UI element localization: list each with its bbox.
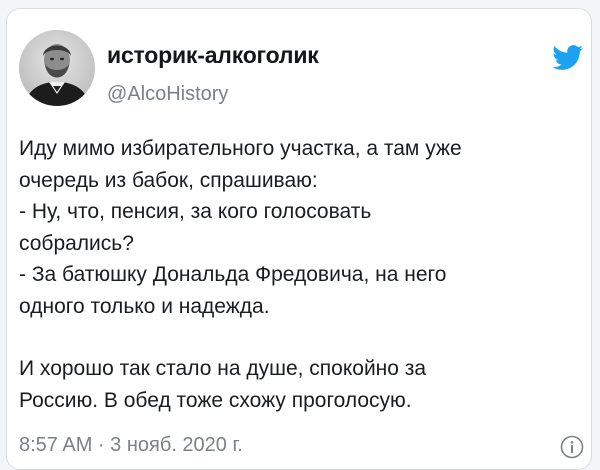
tweet-line: очередь из бабок, спрашиваю:: [19, 168, 318, 192]
tweet-line: И хорошо так стало на душе, спокойно за: [19, 357, 427, 380]
tweet-line: Иду мимо избирательного участка, а там у…: [19, 137, 462, 160]
portrait-avatar-image: [19, 30, 95, 106]
tweet-line: - За батюшку Дональда Фредовича, на него: [19, 263, 447, 286]
tweet-line: одного только и надежда.: [19, 294, 270, 318]
tweet-line: - Ну, что, пенсия, за кого голосовать: [19, 200, 372, 223]
author-handle[interactable]: @AlcoHistory: [107, 83, 228, 106]
tweet-line: Россию. В обед тоже схожу проголосую.: [19, 388, 412, 412]
tweet-text: Иду мимо избирательного участка, а там у…: [19, 133, 579, 416]
twitter-bird-icon[interactable]: [552, 45, 584, 71]
author-name[interactable]: историк-алкоголик: [107, 42, 319, 69]
tweet-line: собрались?: [19, 231, 134, 255]
tweet-card: историк-алкоголик @AlcoHistory Иду мимо …: [6, 8, 592, 470]
avatar[interactable]: [19, 30, 95, 106]
tweet-timestamp[interactable]: 8:57 AM · 3 нояб. 2020 г.: [19, 434, 243, 457]
info-icon[interactable]: [560, 435, 584, 459]
